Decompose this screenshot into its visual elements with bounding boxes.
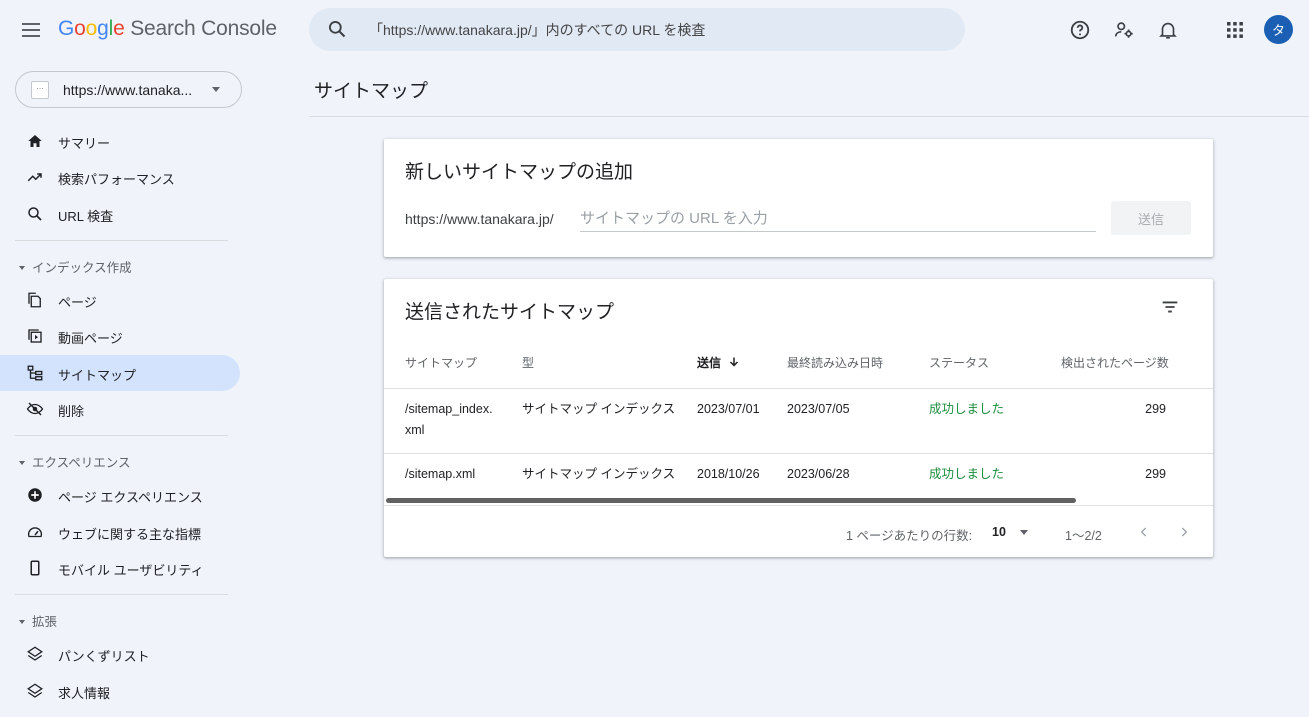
product-name: Search Console bbox=[130, 17, 277, 40]
chevron-left-icon[interactable] bbox=[1133, 521, 1155, 543]
help-circle-icon[interactable] bbox=[1068, 18, 1092, 42]
pages-icon bbox=[26, 291, 44, 309]
rows-per-page-label: 1 ページあたりの行数: bbox=[846, 529, 973, 543]
user-settings-icon[interactable] bbox=[1112, 18, 1136, 42]
sidebar-divider bbox=[15, 435, 228, 436]
property-favicon: … bbox=[31, 81, 49, 99]
table-divider bbox=[384, 505, 1213, 506]
submitted-sitemaps-card: 送信されたサイトマップ サイトマップ 型 送信 最終読み込み日時 ステータス 検… bbox=[384, 279, 1213, 557]
column-header-last-read[interactable]: 最終読み込み日時 bbox=[787, 354, 883, 371]
chevron-down-icon bbox=[19, 265, 25, 270]
avatar[interactable]: タ bbox=[1264, 15, 1293, 44]
sidebar-item-removals[interactable]: 削除 bbox=[0, 391, 240, 427]
search-input[interactable] bbox=[369, 8, 949, 51]
chevron-down-icon bbox=[19, 619, 25, 624]
filter-list-icon[interactable] bbox=[1159, 296, 1181, 318]
property-label: https://www.tanaka... bbox=[63, 82, 193, 98]
chevron-down-icon bbox=[19, 460, 25, 465]
submit-sitemap-button[interactable]: 送信 bbox=[1111, 201, 1191, 235]
bell-icon[interactable] bbox=[1156, 18, 1180, 42]
column-header-status[interactable]: ステータス bbox=[929, 354, 989, 371]
app-logo[interactable]: Google Search Console bbox=[58, 17, 277, 41]
column-header-sitemap[interactable]: サイトマップ bbox=[405, 354, 477, 371]
chevron-down-icon[interactable] bbox=[1020, 530, 1028, 535]
sidebar-section-indexing[interactable]: インデックス作成 bbox=[19, 257, 132, 276]
add-sitemap-title: 新しいサイトマップの追加 bbox=[405, 162, 634, 183]
home-icon bbox=[26, 132, 44, 150]
sidebar-divider bbox=[15, 240, 228, 241]
arrow-down-icon bbox=[724, 356, 740, 370]
property-selector[interactable]: … https://www.tanaka... bbox=[15, 71, 242, 108]
sidebar-item-core-web-vitals[interactable]: ウェブに関する主な指標 bbox=[0, 514, 240, 550]
page-title: サイトマップ bbox=[314, 81, 429, 102]
add-sitemap-card: 新しいサイトマップの追加 https://www.tanakara.jp/ 送信 bbox=[384, 139, 1213, 257]
status-badge: 成功しました bbox=[929, 402, 1005, 416]
video-pages-icon bbox=[26, 327, 44, 345]
sidebar-item-performance[interactable]: 検索パフォーマンス bbox=[0, 159, 240, 195]
hamburger-menu-icon[interactable] bbox=[22, 19, 44, 41]
submitted-sitemaps-title: 送信されたサイトマップ bbox=[405, 302, 615, 323]
sidebar-section-enhancements[interactable]: 拡張 bbox=[19, 611, 57, 630]
sitemap-url-input[interactable] bbox=[580, 205, 1096, 232]
sidebar-item-job-postings[interactable]: 求人情報 bbox=[0, 673, 240, 709]
horizontal-scrollbar[interactable] bbox=[386, 498, 1076, 503]
table-divider bbox=[384, 388, 1213, 389]
sidebar-item-summary[interactable]: サマリー bbox=[0, 123, 240, 159]
column-header-type[interactable]: 型 bbox=[522, 354, 534, 371]
sitemap-icon bbox=[26, 364, 44, 382]
column-header-submitted[interactable]: 送信 bbox=[697, 354, 740, 371]
layers-icon bbox=[26, 682, 44, 700]
sidebar-item-sitemaps[interactable]: サイトマップ bbox=[0, 355, 240, 391]
search-icon bbox=[26, 205, 44, 223]
sidebar-item-page-experience[interactable]: ページ エクスペリエンス bbox=[0, 477, 240, 513]
apps-grid-icon[interactable] bbox=[1223, 18, 1247, 42]
url-inspection-search[interactable] bbox=[309, 8, 965, 51]
visibility-off-icon bbox=[26, 400, 44, 418]
pagination-range: 1〜2/2 bbox=[1065, 529, 1102, 543]
sidebar-divider bbox=[15, 594, 228, 595]
sitemap-url-prefix: https://www.tanakara.jp/ bbox=[405, 211, 554, 227]
sidebar-item-pages[interactable]: ページ bbox=[0, 282, 240, 318]
table-divider bbox=[384, 453, 1213, 454]
sidebar-item-mobile-usability[interactable]: モバイル ユーザビリティ bbox=[0, 550, 240, 586]
top-app-bar: Google Search Console タ bbox=[0, 0, 1309, 62]
sidebar-item-url-inspection[interactable]: URL 検査 bbox=[0, 196, 240, 232]
trending-up-icon bbox=[26, 168, 44, 186]
layers-icon bbox=[26, 645, 44, 663]
column-header-discovered-pages[interactable]: 検出されたページ数 bbox=[1061, 354, 1169, 371]
sidebar-section-experience[interactable]: エクスペリエンス bbox=[19, 452, 131, 471]
sidebar-item-breadcrumbs[interactable]: パンくずリスト bbox=[0, 636, 240, 672]
rows-per-page-select[interactable]: 10 bbox=[992, 525, 1006, 539]
add-circle-icon bbox=[26, 486, 44, 504]
search-icon[interactable] bbox=[327, 19, 347, 44]
smartphone-icon bbox=[26, 559, 44, 577]
chevron-right-icon[interactable] bbox=[1173, 521, 1195, 543]
title-divider bbox=[309, 116, 1309, 117]
sidebar-item-video-pages[interactable]: 動画ページ bbox=[0, 318, 240, 354]
speed-gauge-icon bbox=[26, 523, 44, 541]
status-badge: 成功しました bbox=[929, 467, 1005, 481]
chevron-down-icon bbox=[212, 87, 220, 92]
